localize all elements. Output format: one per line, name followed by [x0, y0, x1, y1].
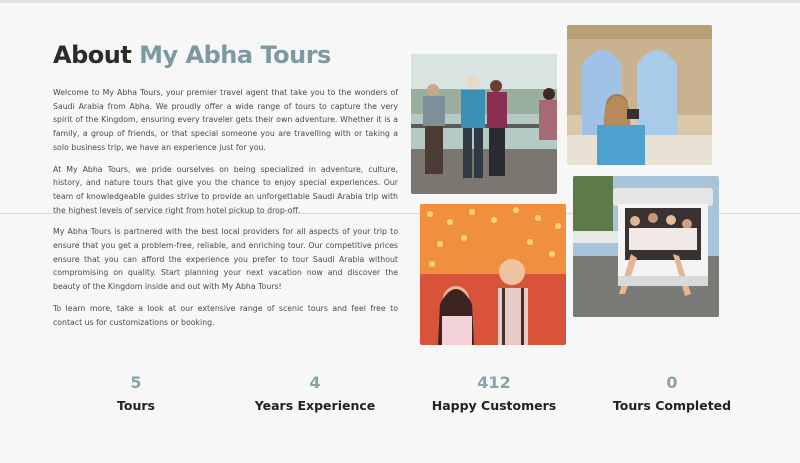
about-paragraph-contact: To learn more, take a look at our extens… [53, 303, 398, 327]
about-title-prefix: About [53, 41, 140, 69]
stat-tours: 5 Tours [51, 372, 221, 413]
stats-row: 5 Tours 4 Years Experience 412 Happy Cus… [0, 372, 800, 432]
stat-tours-completed: 0 Tours Completed [587, 372, 757, 413]
stat-tours-value: 5 [130, 373, 142, 392]
stat-completed-label: Tours Completed [612, 398, 732, 413]
stat-happy-customers: 412 Happy Customers [409, 372, 579, 413]
photo-festival-lights [420, 204, 566, 345]
stat-completed-value: 0 [666, 373, 678, 392]
stat-customers-value: 412 [477, 373, 511, 392]
photo-friends-van [573, 176, 719, 317]
about-paragraph-specialties: At My Abha Tours, we pride ourselves on … [53, 164, 398, 215]
photo-arches [567, 25, 712, 165]
about-paragraph-welcome: Welcome to My Abha Tours, your premier t… [53, 88, 398, 152]
stat-years-label: Years Experience [254, 398, 376, 413]
top-divider [0, 0, 800, 3]
stat-years-value: 4 [309, 373, 321, 392]
about-title-brand: My Abha Tours [139, 41, 331, 69]
about-paragraph-partners: My Abha Tours is partnered with the best… [53, 227, 398, 292]
stat-tours-label: Tours [117, 398, 155, 413]
about-text: Welcome to My Abha Tours, your premier t… [53, 86, 398, 337]
about-title: About My Abha Tours [53, 41, 331, 69]
stat-customers-label: Happy Customers [431, 398, 557, 413]
stat-years-experience: 4 Years Experience [230, 372, 400, 413]
photo-tourists-viewpoint [411, 54, 557, 194]
